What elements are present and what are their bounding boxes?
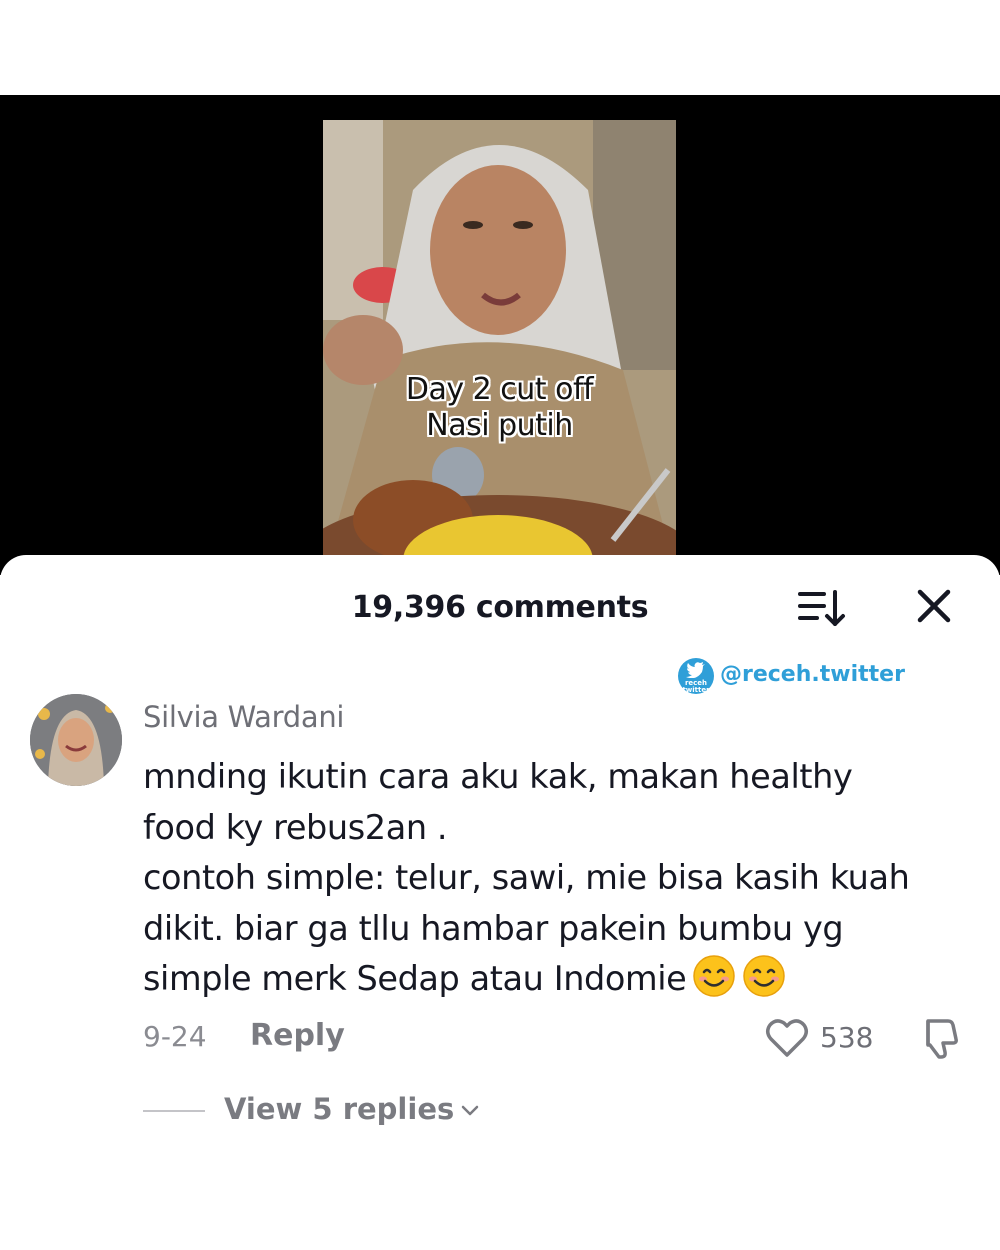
comment-line: simple merk Sedap atau Indomie	[143, 959, 687, 998]
top-margin	[0, 0, 1000, 95]
comment-date: 9-24	[143, 1020, 207, 1053]
caption-line-2: Nasi putih	[426, 408, 573, 443]
twitter-bird-icon	[686, 662, 705, 678]
watermark-logo: receh twitter	[678, 658, 714, 694]
sort-button[interactable]	[797, 586, 847, 630]
reply-button[interactable]: Reply	[250, 1018, 345, 1053]
like-button[interactable]	[764, 1015, 810, 1061]
heart-icon	[766, 1019, 808, 1057]
watermark-handle: @receh.twitter	[720, 662, 905, 687]
view-replies-button[interactable]: View 5 replies	[224, 1092, 480, 1126]
avatar-image	[30, 694, 122, 786]
video-thumbnail[interactable]: Day 2 cut off Nasi putih	[323, 120, 676, 575]
comment-username[interactable]: Silvia Wardani	[143, 700, 344, 734]
comment-line: food ky rebus2an .	[143, 807, 448, 847]
comment-line: contoh simple: telur, sawi, mie bisa kas…	[143, 858, 910, 897]
avatar[interactable]	[30, 694, 122, 786]
caption-line-1: Day 2 cut off	[405, 372, 594, 407]
close-icon	[917, 589, 951, 623]
replies-divider	[143, 1110, 205, 1112]
comment-line: dikit. biar ga tllu hambar pakein bumbu …	[143, 908, 844, 948]
watermark-logo-text: receh twitter	[682, 679, 710, 694]
video-caption: Day 2 cut off Nasi putih	[323, 372, 676, 444]
smiling-emoji-icon	[743, 955, 786, 997]
chevron-down-icon	[462, 1105, 479, 1116]
comment-line: mnding ikutin cara aku kak, makan health…	[143, 757, 853, 796]
like-count: 538	[820, 1021, 874, 1054]
thumbs-down-icon	[926, 1019, 958, 1059]
smiling-emoji-icon	[693, 955, 736, 997]
comment-text: mnding ikutin cara aku kak, makan health…	[143, 752, 973, 1005]
video-thumbnail-illustration	[323, 120, 676, 575]
comment-line-last: simple merk Sedap atau Indomie	[143, 954, 973, 1005]
comments-count-title: 19,396 comments	[351, 590, 649, 625]
close-button[interactable]	[910, 582, 958, 630]
sort-icon	[798, 590, 845, 626]
view-replies-label: View 5 replies	[224, 1092, 455, 1126]
dislike-button[interactable]	[914, 1015, 960, 1061]
